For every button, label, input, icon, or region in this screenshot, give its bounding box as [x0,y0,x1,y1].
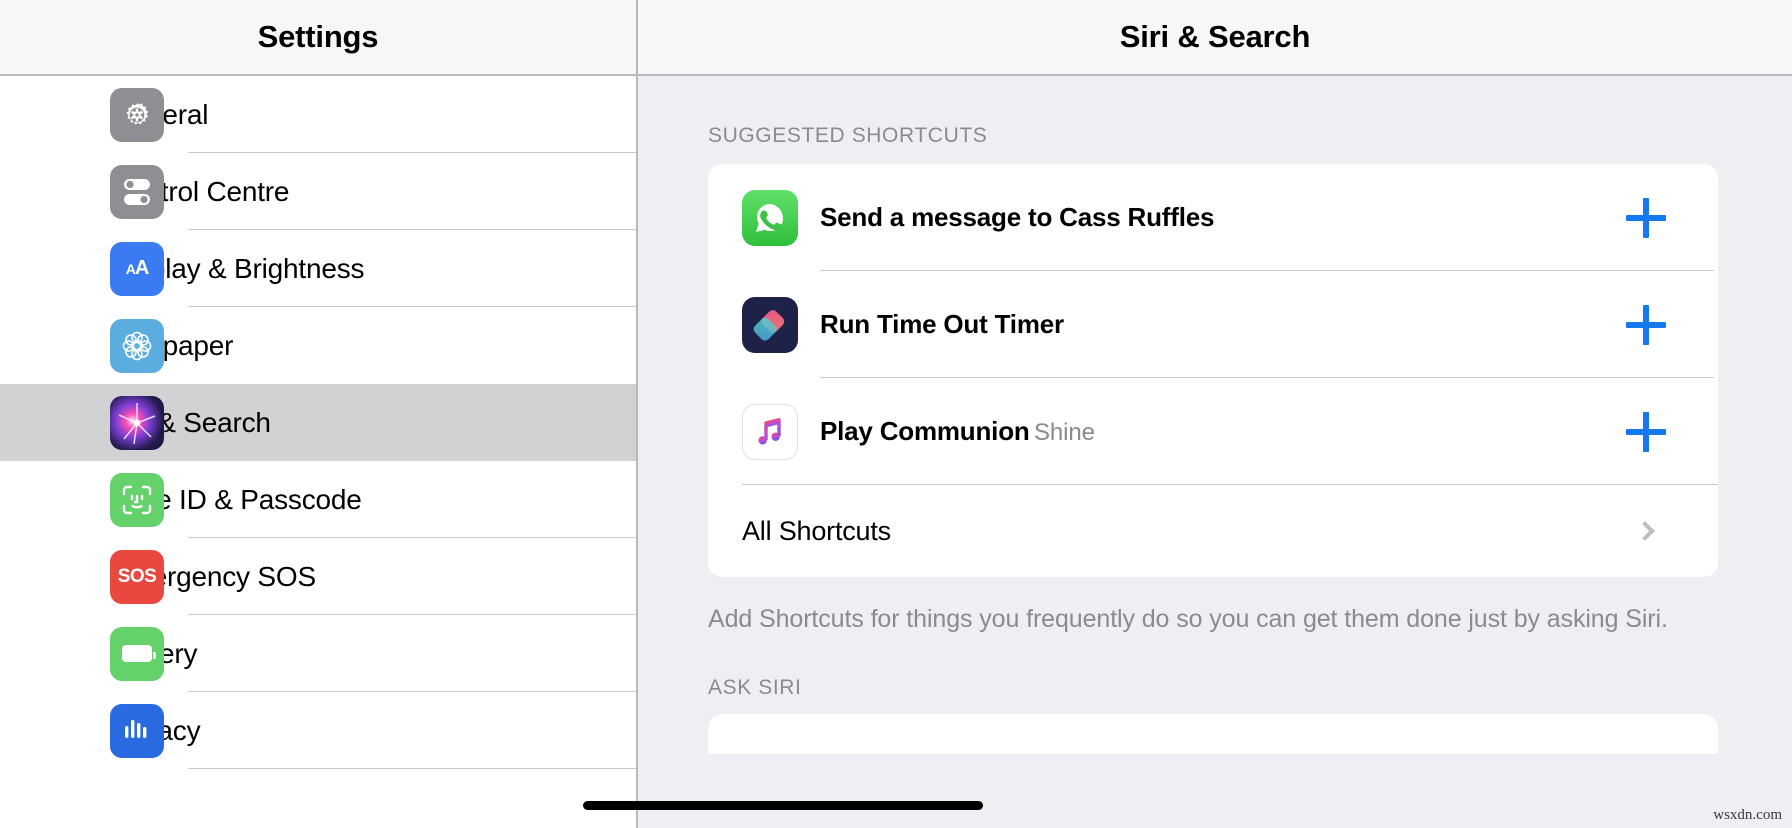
watermark: wsxdn.com [1713,807,1782,823]
shortcut-title: Run Time Out Timer [820,309,1064,339]
settings-sidebar: Settings General [0,0,638,828]
sidebar-item-control-centre[interactable]: Control Centre [0,153,636,230]
add-shortcut-plus-icon[interactable] [1626,411,1666,452]
sos-glyph: SOS [117,565,157,587]
ask-siri-card[interactable] [708,714,1718,754]
row-separator [188,768,636,769]
sidebar-header: Settings [0,0,636,76]
shortcut-text: Run Time Out Timer [820,309,1626,340]
sos-icon: SOS [110,549,164,604]
sidebar-item-emergency-sos[interactable]: SOS Emergency SOS [0,538,636,615]
whatsapp-icon [742,189,798,246]
battery-glyph [122,645,156,662]
all-shortcuts-label: All Shortcuts [742,515,891,546]
ipad-settings-split-view: Settings General [0,0,1792,828]
shortcut-row-shortcuts-app[interactable]: Run Time Out Timer [708,271,1718,378]
shortcut-subtitle: Shine [1034,419,1095,446]
sidebar-item-wallpaper[interactable]: Wallpaper [0,307,636,384]
privacy-icon [110,703,164,758]
home-indicator[interactable] [583,801,983,810]
shortcut-row-music[interactable]: Play Communion Shine [708,378,1718,485]
sidebar-item-display-brightness[interactable]: AA Display & Brightness [0,230,636,307]
sidebar-title: Settings [257,19,379,54]
ask-siri-header: ASK SIRI [708,676,802,699]
add-shortcut-plus-icon[interactable] [1626,197,1666,238]
page-title: Siri & Search [1119,19,1311,54]
detail-header: Siri & Search [638,0,1792,76]
shortcuts-footer-note: Add Shortcuts for things you frequently … [708,605,1668,633]
detail-pane: Siri & Search SUGGESTED SHORTCUTS Send a… [638,0,1792,828]
shortcuts-icon [742,296,798,353]
siri-icon [110,395,164,450]
sidebar-item-siri-search[interactable]: Siri & Search [0,384,636,461]
display-brightness-icon: AA [110,241,164,296]
all-shortcuts-row[interactable]: All Shortcuts [708,485,1718,577]
battery-icon [110,626,164,681]
sidebar-item-face-id-passcode[interactable]: Face ID & Passcode [0,461,636,538]
shortcut-title: Send a message to Cass Ruffles [820,202,1215,232]
suggested-shortcuts-card: Send a message to Cass Ruffles Run Time … [708,164,1718,577]
suggested-shortcuts-header: SUGGESTED SHORTCUTS [708,124,988,147]
shortcut-title: Play Communion [820,416,1030,446]
add-shortcut-plus-icon[interactable] [1626,304,1666,345]
wallpaper-icon [110,318,164,373]
face-id-icon [110,472,164,527]
gear-icon [110,87,164,142]
shortcut-text: Send a message to Cass Ruffles [820,202,1626,233]
sidebar-item-general[interactable]: General [0,76,636,153]
sidebar-item-privacy[interactable]: Privacy [0,692,636,769]
control-centre-icon [110,164,164,219]
settings-list[interactable]: General Control Centre AA [0,76,636,828]
aa-glyph: AA [125,257,150,279]
chevron-right-icon [1635,521,1655,541]
shortcut-text: Play Communion Shine [820,416,1626,447]
detail-body[interactable]: SUGGESTED SHORTCUTS Send a message to Ca… [638,76,1792,828]
music-icon [742,403,798,460]
sidebar-item-battery[interactable]: Battery [0,615,636,692]
shortcut-row-whatsapp[interactable]: Send a message to Cass Ruffles [708,164,1718,271]
